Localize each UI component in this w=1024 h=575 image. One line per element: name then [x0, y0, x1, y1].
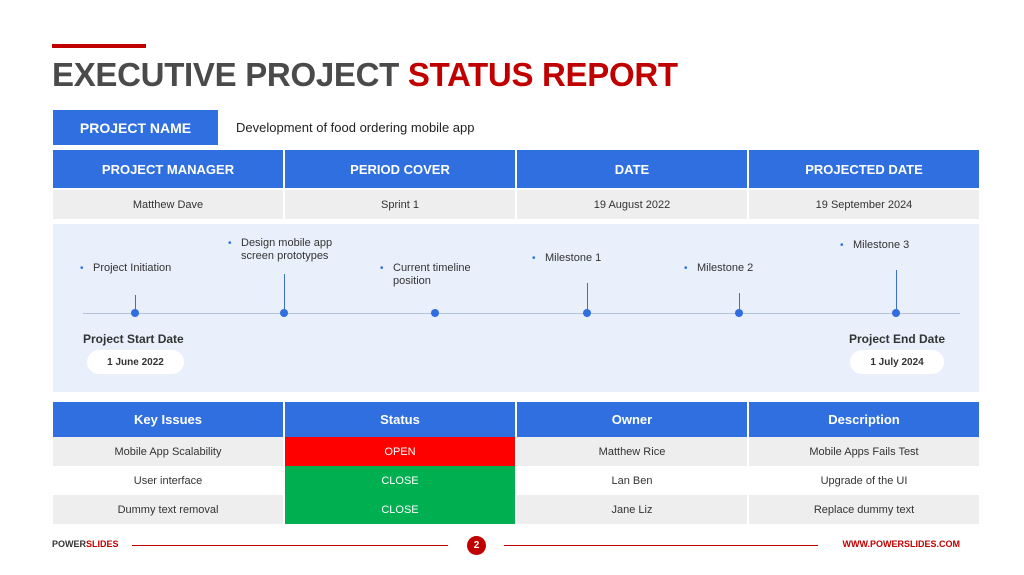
timeline-event-label: • Current timeline position: [380, 262, 471, 287]
value-period-cover: Sprint 1: [285, 190, 515, 219]
timeline-event-label: • Design mobile app screen prototypes: [228, 237, 333, 262]
bullet-icon: •: [380, 263, 384, 274]
timeline-event-label: • Project Initiation: [80, 262, 172, 274]
title-part-1: EXECUTIVE PROJECT: [52, 56, 408, 93]
value-date: 19 August 2022: [517, 190, 747, 219]
footer-brand-part-1: POWER: [52, 539, 87, 549]
page-number: 2: [467, 536, 486, 555]
issue-cell: User interface: [53, 466, 283, 495]
issue-cell: Dummy text removal: [53, 495, 283, 524]
header-period-cover: PERIOD COVER: [285, 150, 515, 188]
value-project-manager: Matthew Dave: [53, 190, 283, 219]
footer-brand-part-2: SLIDES: [86, 539, 119, 549]
timeline-stem: [284, 274, 285, 313]
timeline-marker: [280, 309, 288, 317]
footer-divider-left: [132, 545, 448, 546]
header-projected-date: PROJECTED DATE: [749, 150, 979, 188]
timeline-marker: [892, 309, 900, 317]
status-badge: CLOSE: [285, 466, 515, 495]
owner-cell: Jane Liz: [517, 495, 747, 524]
issue-cell: Mobile App Scalability: [53, 437, 283, 466]
timeline-event-label: • Milestone 1: [532, 252, 602, 264]
header-project-manager: PROJECT MANAGER: [53, 150, 283, 188]
header-status: Status: [285, 402, 515, 437]
description-cell: Replace dummy text: [749, 495, 979, 524]
page-title: EXECUTIVE PROJECT STATUS REPORT: [52, 56, 678, 94]
timeline-event-label: • Milestone 2: [684, 262, 754, 274]
key-issues-table: Key Issues Status Owner Description Mobi…: [53, 402, 979, 524]
status-badge: OPEN: [285, 437, 515, 466]
owner-cell: Lan Ben: [517, 466, 747, 495]
project-name-label: PROJECT NAME: [53, 110, 218, 145]
project-timeline: • Project Initiation • Design mobile app s…: [53, 224, 979, 392]
header-date: DATE: [517, 150, 747, 188]
project-name-value: Development of food ordering mobile app: [236, 120, 475, 135]
footer-brand: POWERSLIDES: [52, 539, 119, 549]
title-accent-line: [52, 44, 146, 48]
title-part-2: STATUS REPORT: [407, 56, 678, 93]
bullet-icon: •: [80, 263, 84, 274]
bullet-icon: •: [532, 253, 536, 264]
timeline-marker: [131, 309, 139, 317]
project-end-date: 1 July 2024: [850, 350, 944, 374]
bullet-icon: •: [684, 263, 688, 274]
project-end-title: Project End Date: [849, 332, 946, 346]
value-projected-date: 19 September 2024: [749, 190, 979, 219]
description-cell: Mobile Apps Fails Test: [749, 437, 979, 466]
timeline-event-label: • Milestone 3: [840, 239, 910, 251]
project-info-table: PROJECT MANAGER PERIOD COVER DATE PROJEC…: [53, 150, 979, 219]
bullet-icon: •: [840, 240, 844, 251]
timeline-marker: [583, 309, 591, 317]
timeline-stem: [896, 270, 897, 313]
header-owner: Owner: [517, 402, 747, 437]
project-start-date: 1 June 2022: [87, 350, 184, 374]
timeline-marker: [735, 309, 743, 317]
description-cell: Upgrade of the UI: [749, 466, 979, 495]
header-key-issues: Key Issues: [53, 402, 283, 437]
footer-divider-right: [504, 545, 818, 546]
status-badge: CLOSE: [285, 495, 515, 524]
header-description: Description: [749, 402, 979, 437]
timeline-axis: [83, 313, 960, 314]
bullet-icon: •: [228, 238, 232, 249]
timeline-marker: [431, 309, 439, 317]
owner-cell: Matthew Rice: [517, 437, 747, 466]
footer-url[interactable]: WWW.POWERSLIDES.COM: [843, 539, 961, 549]
project-start-title: Project Start Date: [83, 332, 184, 346]
